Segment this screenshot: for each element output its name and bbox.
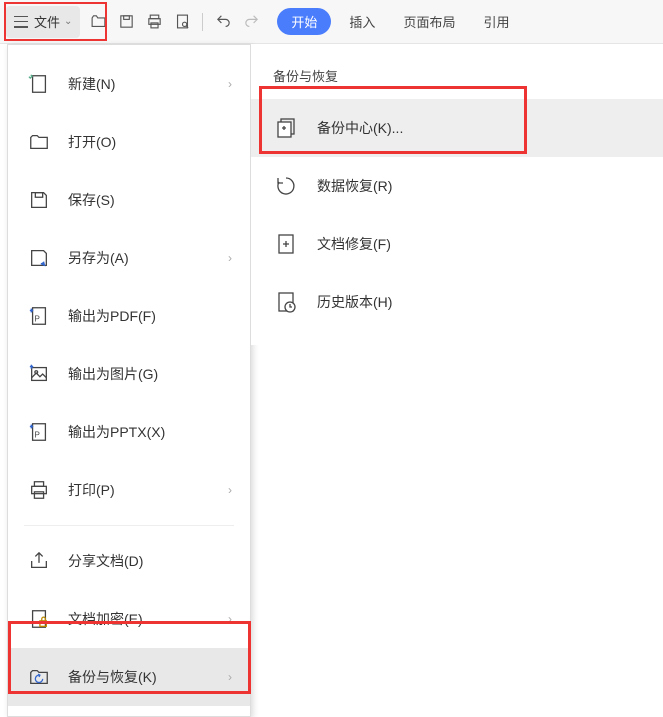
lock-icon	[26, 606, 52, 632]
file-menu-dropdown: 新建(N) › 打开(O) 保存(S) 另存为(A) › P 输出为PDF(F)…	[7, 44, 251, 717]
submenu-label: 数据恢复(R)	[317, 176, 392, 196]
submenu-backup-center[interactable]: 备份中心(K)...	[251, 99, 663, 157]
menu-backup[interactable]: 备份与恢复(K) ›	[8, 648, 250, 706]
backup-submenu: 备份与恢复 备份中心(K)... 数据恢复(R) 文档修复(F) 历史版本(H)	[251, 44, 663, 345]
toolbar: 文件 ⌄ 开始 插入 页面布局 引用	[0, 0, 663, 44]
share-icon	[26, 548, 52, 574]
svg-text:P: P	[34, 431, 40, 440]
menu-label: 打开(O)	[68, 132, 232, 152]
chevron-right-icon: ›	[228, 251, 232, 265]
menu-label: 另存为(A)	[68, 248, 228, 268]
file-menu-button[interactable]: 文件 ⌄	[6, 6, 80, 38]
pptx-icon: P	[26, 419, 52, 445]
tab-layout[interactable]: 页面布局	[393, 8, 465, 35]
menu-label: 新建(N)	[68, 74, 228, 94]
menu-separator	[24, 525, 234, 526]
menu-label: 输出为PPTX(X)	[68, 422, 232, 442]
menu-label: 保存(S)	[68, 190, 232, 210]
menu-print[interactable]: 打印(P) ›	[8, 461, 250, 519]
save-icon	[26, 187, 52, 213]
pdf-icon: P	[26, 303, 52, 329]
recovery-icon	[273, 173, 299, 199]
menu-label: 文档加密(E)	[68, 609, 228, 629]
print-icon[interactable]	[140, 10, 168, 34]
new-file-icon	[26, 71, 52, 97]
repair-icon	[273, 231, 299, 257]
menu-label: 分享文档(D)	[68, 551, 232, 571]
submenu-label: 备份中心(K)...	[317, 118, 403, 138]
backup-center-icon	[273, 115, 299, 141]
preview-icon[interactable]	[168, 10, 196, 34]
ribbon-tabs: 开始 插入 页面布局 引用	[277, 8, 527, 35]
submenu-header: 备份与恢复	[251, 58, 663, 99]
submenu-data-recovery[interactable]: 数据恢复(R)	[251, 157, 663, 215]
menu-label: 备份与恢复(K)	[68, 667, 228, 687]
menu-open[interactable]: 打开(O)	[8, 113, 250, 171]
tab-insert[interactable]: 插入	[339, 8, 385, 35]
submenu-label: 文档修复(F)	[317, 234, 391, 254]
menu-export-img[interactable]: 输出为图片(G)	[8, 345, 250, 403]
undo-icon[interactable]	[209, 10, 237, 34]
menu-export-pptx[interactable]: P 输出为PPTX(X)	[8, 403, 250, 461]
open-icon[interactable]	[84, 10, 112, 34]
file-menu-label: 文件	[34, 12, 60, 31]
toolbar-separator	[202, 13, 203, 31]
menu-label: 输出为图片(G)	[68, 364, 232, 384]
chevron-right-icon: ›	[228, 612, 232, 626]
menu-label: 打印(P)	[68, 480, 228, 500]
tab-reference[interactable]: 引用	[473, 8, 519, 35]
svg-text:P: P	[34, 315, 40, 324]
chevron-down-icon: ⌄	[64, 16, 72, 27]
menu-encrypt[interactable]: 文档加密(E) ›	[8, 590, 250, 648]
image-icon	[26, 361, 52, 387]
hamburger-icon	[14, 16, 28, 28]
print-icon	[26, 477, 52, 503]
redo-icon[interactable]	[237, 10, 265, 34]
chevron-right-icon: ›	[228, 670, 232, 684]
menu-share[interactable]: 分享文档(D)	[8, 532, 250, 590]
chevron-right-icon: ›	[228, 483, 232, 497]
menu-save[interactable]: 保存(S)	[8, 171, 250, 229]
backup-icon	[26, 664, 52, 690]
tab-start[interactable]: 开始	[277, 8, 331, 35]
history-icon	[273, 289, 299, 315]
submenu-history[interactable]: 历史版本(H)	[251, 273, 663, 331]
folder-open-icon	[26, 129, 52, 155]
submenu-label: 历史版本(H)	[317, 292, 392, 312]
quick-access-toolbar	[84, 10, 265, 34]
chevron-right-icon: ›	[228, 77, 232, 91]
saveas-icon	[26, 245, 52, 271]
save-icon[interactable]	[112, 10, 140, 34]
menu-label: 输出为PDF(F)	[68, 306, 232, 326]
submenu-doc-repair[interactable]: 文档修复(F)	[251, 215, 663, 273]
menu-new[interactable]: 新建(N) ›	[8, 55, 250, 113]
menu-export-pdf[interactable]: P 输出为PDF(F)	[8, 287, 250, 345]
menu-saveas[interactable]: 另存为(A) ›	[8, 229, 250, 287]
